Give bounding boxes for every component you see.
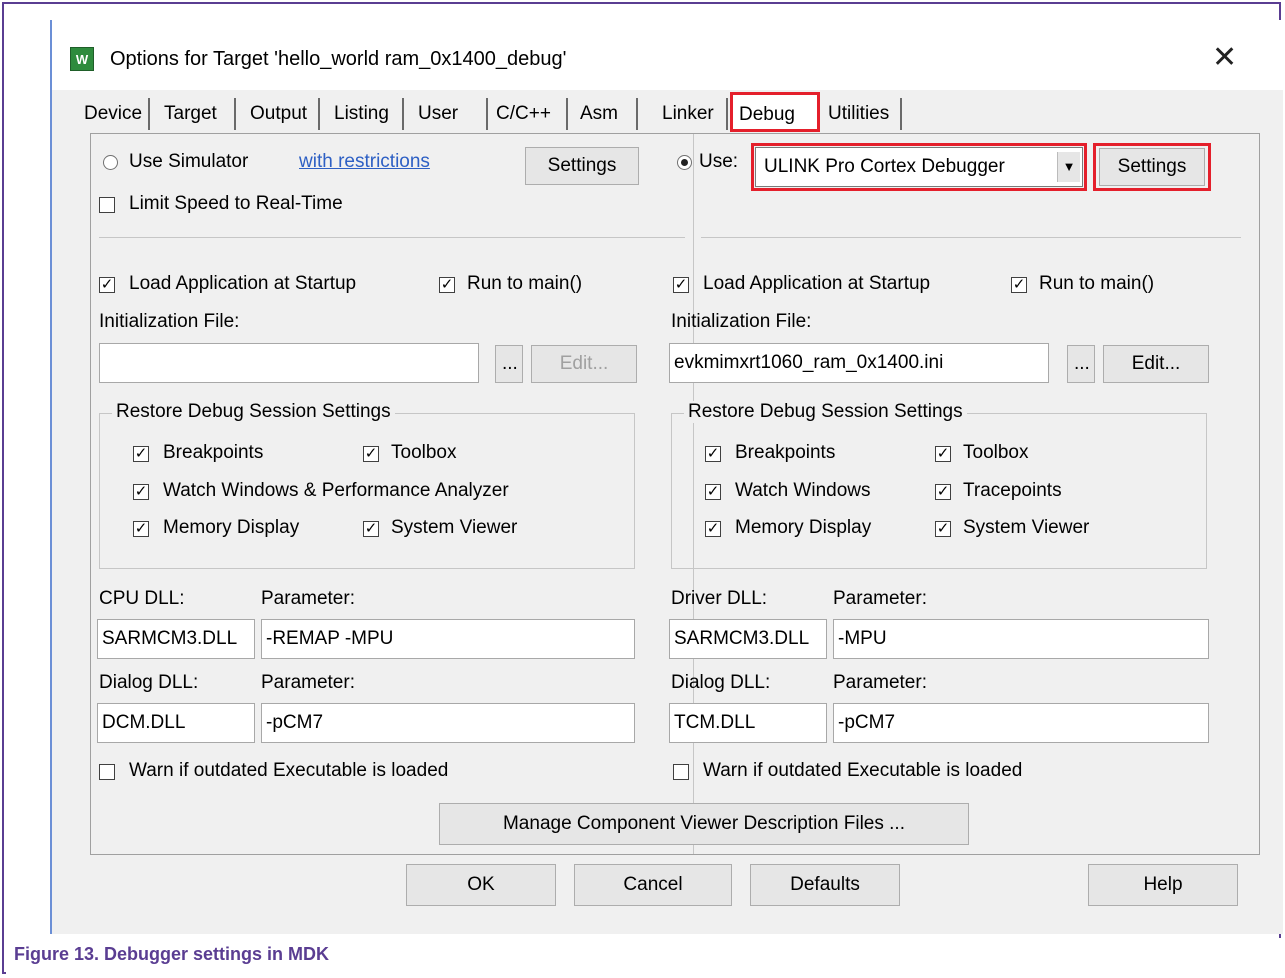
figure-caption-text: Figure 13. Debugger settings in MDK	[14, 944, 330, 964]
left-warn-outdated-checkbox[interactable]	[99, 764, 115, 780]
right-toolbox-checkbox[interactable]: ✓	[935, 446, 951, 462]
tab-listing[interactable]: Listing	[328, 98, 404, 130]
limit-speed-label: Limit Speed to Real-Time	[129, 193, 343, 214]
cpu-dll-label: CPU DLL:	[99, 588, 185, 609]
tab-c-cpp[interactable]: C/C++	[490, 98, 568, 130]
left-system-viewer-checkbox[interactable]: ✓	[363, 521, 379, 537]
window-title: Options for Target 'hello_world ram_0x14…	[110, 48, 567, 70]
right-memory-display-label: Memory Display	[735, 517, 872, 538]
right-separator	[701, 237, 1241, 238]
left-breakpoints-checkbox[interactable]: ✓	[133, 446, 149, 462]
right-memory-display-checkbox[interactable]: ✓	[705, 521, 721, 537]
use-simulator-radio[interactable]	[103, 155, 118, 170]
right-toolbox-label: Toolbox	[963, 442, 1029, 463]
close-icon[interactable]: ✕	[1212, 40, 1237, 75]
right-watch-windows-label: Watch Windows	[735, 480, 871, 501]
left-memory-display-checkbox[interactable]: ✓	[133, 521, 149, 537]
right-tracepoints-checkbox[interactable]: ✓	[935, 484, 951, 500]
right-dialog-dll-label: Dialog DLL:	[671, 672, 771, 693]
debug-panel: Use Simulator with restrictions Settings…	[90, 133, 1260, 855]
driver-dll-label: Driver DLL:	[671, 588, 768, 609]
tab-linker[interactable]: Linker	[656, 98, 728, 130]
left-watch-windows-checkbox[interactable]: ✓	[133, 484, 149, 500]
right-dialog-dll-input[interactable]: TCM.DLL	[669, 703, 827, 743]
left-separator	[99, 237, 685, 238]
right-dialog-parameter-label: Parameter:	[833, 672, 927, 693]
left-toolbox-label: Toolbox	[391, 442, 457, 463]
tab-user[interactable]: User	[412, 98, 488, 130]
tab-utilities[interactable]: Utilities	[822, 98, 902, 130]
left-run-to-main-label: Run to main()	[467, 273, 583, 294]
right-run-to-main-checkbox[interactable]: ✓	[1011, 277, 1027, 293]
left-dialog-dll-input[interactable]: DCM.DLL	[97, 703, 255, 743]
debugger-highlight-box	[751, 143, 1087, 191]
left-run-to-main-checkbox[interactable]: ✓	[439, 277, 455, 293]
left-watch-windows-label: Watch Windows & Performance Analyzer	[163, 480, 509, 501]
use-simulator-label: Use Simulator	[129, 151, 249, 172]
left-load-app-label: Load Application at Startup	[129, 273, 357, 294]
right-init-file-input[interactable]: evkmimxrt1060_ram_0x1400.ini	[669, 343, 1049, 383]
right-restore-group-title: Restore Debug Session Settings	[684, 401, 967, 423]
left-dialog-dll-label: Dialog DLL:	[99, 672, 199, 693]
figure-caption: Figure 13. Debugger settings in MDK	[6, 938, 1281, 974]
tab-output[interactable]: Output	[244, 98, 320, 130]
right-load-app-label: Load Application at Startup	[703, 273, 931, 294]
tab-device[interactable]: Device	[78, 98, 150, 130]
driver-dll-input[interactable]: SARMCM3.DLL	[669, 619, 827, 659]
simulator-settings-button[interactable]: Settings	[525, 147, 639, 185]
limit-speed-checkbox[interactable]	[99, 197, 115, 213]
left-init-file-input[interactable]	[99, 343, 479, 383]
use-debugger-radio[interactable]	[677, 155, 692, 170]
right-parameter-label: Parameter:	[833, 588, 927, 609]
right-init-file-label: Initialization File:	[671, 311, 812, 332]
cpu-dll-input[interactable]: SARMCM3.DLL	[97, 619, 255, 659]
options-dialog: W Options for Target 'hello_world ram_0x…	[50, 20, 1283, 934]
left-restore-group-title: Restore Debug Session Settings	[112, 401, 395, 423]
tab-target[interactable]: Target	[158, 98, 236, 130]
tab-asm[interactable]: Asm	[574, 98, 638, 130]
right-system-viewer-checkbox[interactable]: ✓	[935, 521, 951, 537]
right-warn-outdated-label: Warn if outdated Executable is loaded	[703, 760, 1023, 781]
left-parameter-label: Parameter:	[261, 588, 355, 609]
right-load-app-checkbox[interactable]: ✓	[673, 277, 689, 293]
right-breakpoints-label: Breakpoints	[735, 442, 836, 463]
left-breakpoints-label: Breakpoints	[163, 442, 264, 463]
right-breakpoints-checkbox[interactable]: ✓	[705, 446, 721, 462]
with-restrictions-link[interactable]: with restrictions	[299, 151, 430, 173]
cancel-button[interactable]: Cancel	[574, 864, 732, 906]
defaults-button[interactable]: Defaults	[750, 864, 900, 906]
left-load-app-checkbox[interactable]: ✓	[99, 277, 115, 293]
right-edit-button[interactable]: Edit...	[1103, 345, 1209, 383]
left-edit-button[interactable]: Edit...	[531, 345, 637, 383]
left-init-file-label: Initialization File:	[99, 311, 240, 332]
driver-dll-parameter-input[interactable]: -MPU	[833, 619, 1209, 659]
title-bar: W Options for Target 'hello_world ram_0x…	[52, 20, 1283, 90]
right-tracepoints-label: Tracepoints	[963, 480, 1062, 501]
right-dialog-parameter-input[interactable]: -pCM7	[833, 703, 1209, 743]
left-system-viewer-label: System Viewer	[391, 517, 518, 538]
right-browse-button[interactable]: ...	[1067, 345, 1095, 383]
right-run-to-main-label: Run to main()	[1039, 273, 1155, 294]
right-watch-windows-checkbox[interactable]: ✓	[705, 484, 721, 500]
ok-button[interactable]: OK	[406, 864, 556, 906]
help-button[interactable]: Help	[1088, 864, 1238, 906]
settings-highlight-box	[1093, 143, 1211, 191]
use-label: Use:	[699, 151, 739, 172]
uvision-app-icon: W	[70, 47, 94, 71]
left-warn-outdated-label: Warn if outdated Executable is loaded	[129, 760, 449, 781]
left-dialog-parameter-label: Parameter:	[261, 672, 355, 693]
cpu-dll-parameter-input[interactable]: -REMAP -MPU	[261, 619, 635, 659]
tab-debug[interactable]: Debug	[730, 92, 820, 132]
right-system-viewer-label: System Viewer	[963, 517, 1090, 538]
left-memory-display-label: Memory Display	[163, 517, 300, 538]
manage-component-viewer-button[interactable]: Manage Component Viewer Description File…	[439, 803, 969, 845]
left-browse-button[interactable]: ...	[495, 345, 523, 383]
left-toolbox-checkbox[interactable]: ✓	[363, 446, 379, 462]
right-warn-outdated-checkbox[interactable]	[673, 764, 689, 780]
left-dialog-parameter-input[interactable]: -pCM7	[261, 703, 635, 743]
